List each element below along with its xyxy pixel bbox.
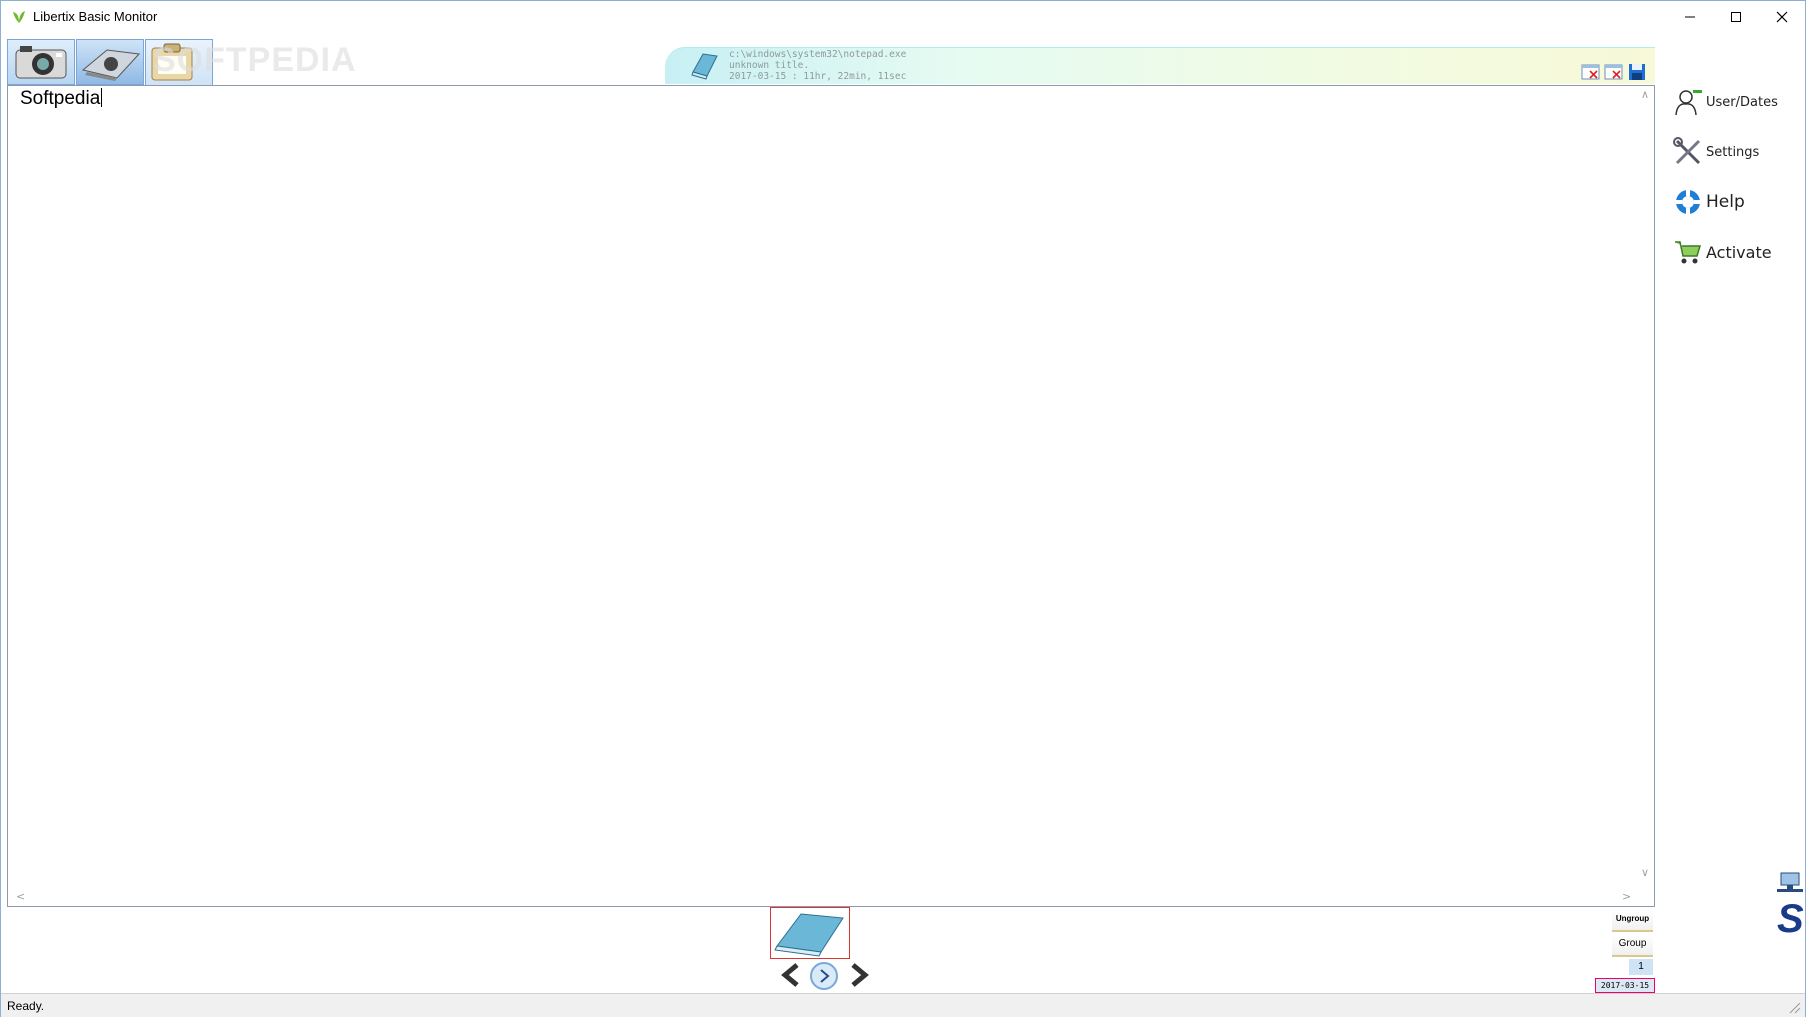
scroll-right-arrow-icon[interactable]: > — [1622, 890, 1631, 903]
next-button[interactable] — [845, 962, 871, 988]
app-window: Libertix Basic Monitor SOFTPEDIA c:\wind… — [0, 0, 1806, 1017]
text-caret — [101, 88, 103, 107]
camera-icon — [15, 46, 67, 79]
horizontal-scrollbar[interactable]: < > — [8, 889, 1637, 906]
scroll-down-arrow-icon[interactable]: ∨ — [1641, 866, 1649, 879]
user-icon — [1675, 90, 1702, 116]
close-window-button[interactable] — [1581, 63, 1601, 81]
app-leaf-icon — [13, 11, 25, 23]
sidebar-item-help[interactable]: Help — [1673, 185, 1745, 219]
network-computer-icon — [1777, 872, 1803, 892]
sidebar-item-settings[interactable]: Settings — [1673, 135, 1759, 169]
close-all-icon — [1604, 64, 1623, 80]
scroll-up-arrow-icon[interactable]: ∧ — [1641, 88, 1649, 101]
cart-icon — [1675, 241, 1702, 264]
tab-screenshots[interactable] — [7, 39, 75, 85]
status-text: Ready. — [7, 999, 45, 1013]
resize-grip-icon[interactable] — [1787, 1000, 1801, 1014]
group-button[interactable]: Group — [1612, 935, 1653, 957]
window-title: Libertix Basic Monitor — [33, 9, 158, 24]
save-button[interactable] — [1627, 63, 1647, 81]
wrench-screwdriver-icon — [1673, 137, 1701, 165]
minimize-button[interactable] — [1667, 1, 1713, 33]
previous-button[interactable] — [779, 962, 805, 988]
sidebar-item-activate[interactable]: Activate — [1673, 235, 1772, 269]
softpedia-watermark: SOFTPEDIA — [153, 41, 357, 79]
keyboard-icon — [81, 49, 141, 81]
capture-thumbnail[interactable] — [770, 907, 850, 959]
ungroup-button[interactable]: Ungroup — [1612, 910, 1653, 932]
lifebuoy-icon — [1676, 190, 1700, 214]
status-bar: Ready. — [1, 993, 1805, 1017]
window-title-info: unknown title. — [729, 60, 810, 71]
play-button[interactable] — [809, 961, 839, 991]
softpedia-logo-icon: S — [1777, 897, 1804, 941]
capture-timestamp: 2017-03-15 : 11hr, 22min, 11sec — [729, 71, 907, 82]
process-path: c:\windows\system32\notepad.exe — [729, 49, 907, 60]
chevron-right-icon — [851, 963, 869, 987]
sidebar-item-label: Settings — [1706, 144, 1760, 160]
close-icon — [1776, 11, 1788, 23]
sidebar-item-label: Help — [1706, 192, 1745, 212]
sidebar-item-label: Activate — [1706, 242, 1772, 262]
close-all-button[interactable] — [1604, 63, 1624, 81]
maximize-button[interactable] — [1713, 1, 1759, 33]
vertical-scrollbar[interactable]: ∧ ∨ — [1637, 86, 1654, 886]
date-label[interactable]: 2017-03-15 — [1595, 978, 1655, 993]
minimize-icon — [1685, 16, 1695, 18]
tab-keystrokes[interactable] — [76, 39, 144, 85]
scroll-left-arrow-icon[interactable]: < — [16, 890, 25, 903]
clipboard-content-view[interactable]: Softpedia ∧ ∨ < > — [7, 85, 1655, 907]
sidebar-item-user-dates[interactable]: User/Dates — [1673, 85, 1778, 119]
captured-text[interactable]: Softpedia — [20, 88, 103, 110]
close-window-icon — [1581, 64, 1600, 80]
capture-info-banner: c:\windows\system32\notepad.exe unknown … — [665, 47, 1655, 84]
maximize-icon — [1731, 12, 1741, 22]
play-icon — [810, 962, 838, 990]
chevron-left-icon — [781, 963, 799, 987]
notepad-app-icon — [691, 53, 718, 80]
page-number: 1 — [1629, 959, 1653, 975]
capture-details: c:\windows\system32\notepad.exe unknown … — [729, 49, 906, 82]
title-bar: Libertix Basic Monitor — [1, 1, 1805, 33]
notepad-thumbnail-icon — [774, 913, 844, 957]
sidebar-item-label: User/Dates — [1706, 94, 1778, 110]
close-button[interactable] — [1759, 1, 1805, 33]
save-icon — [1629, 64, 1645, 80]
